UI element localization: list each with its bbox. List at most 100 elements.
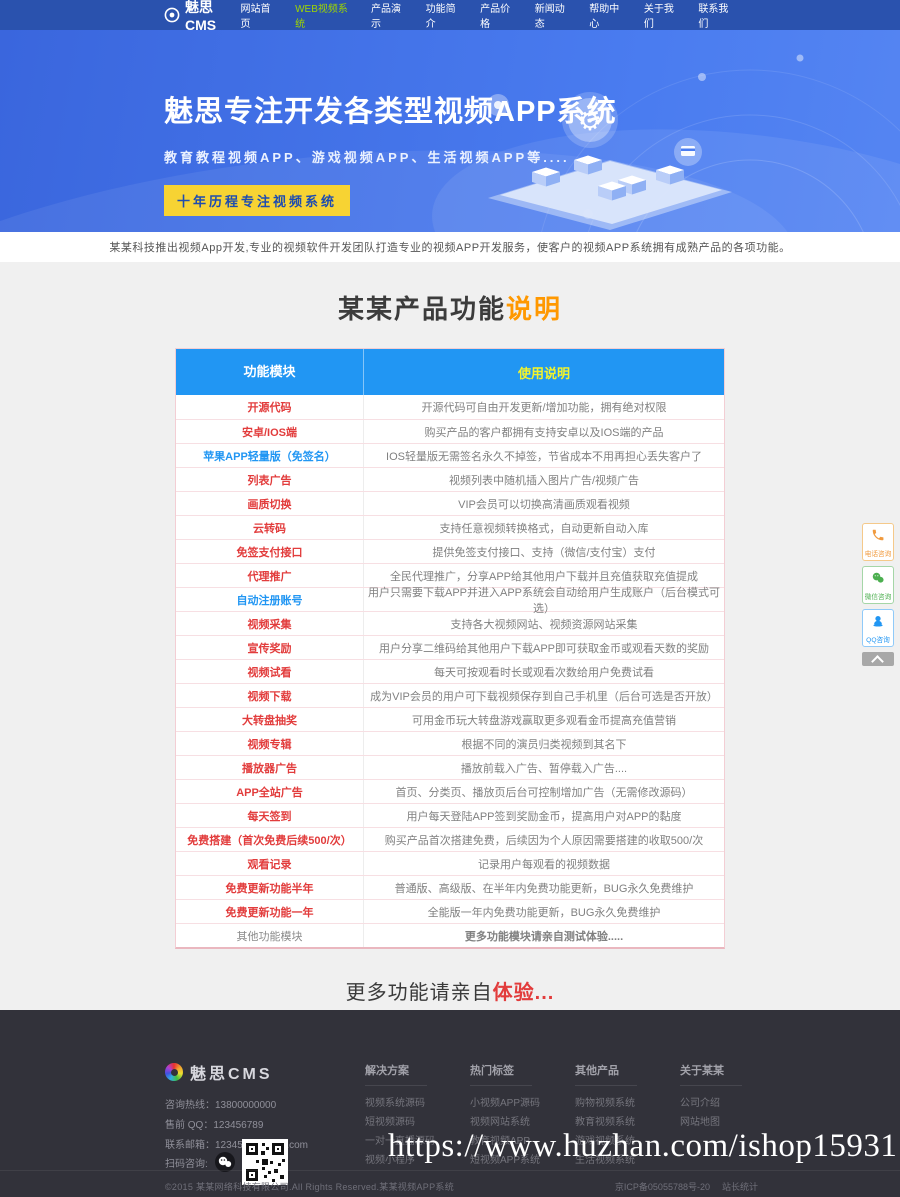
table-row: 宣传奖励用户分享二维码给其他用户下载APP即可获取金币或观看天数的奖励 (176, 635, 724, 659)
nav-item-7[interactable]: 关于我们 (644, 0, 682, 30)
module-cell: 云转码 (176, 516, 364, 539)
module-cell: 列表广告 (176, 468, 364, 491)
module-cell: 视频专辑 (176, 732, 364, 755)
qq-contact-button[interactable]: QQ咨询 (862, 609, 894, 647)
nav-item-0[interactable]: 网站首页 (241, 0, 279, 30)
hero-subtitle: 教育教程视频APP、游戏视频APP、生活视频APP等.... (164, 147, 736, 166)
description-cell: 用户只需要下载APP并进入APP系统会自动给用户生成账户（后台模式可选） (364, 588, 724, 611)
back-to-top-button[interactable] (862, 652, 894, 666)
nav-item-3[interactable]: 功能简介 (426, 0, 464, 30)
table-row: 播放器广告播放前载入广告、暂停载入广告.... (176, 755, 724, 779)
footer-column-title: 关于某某 (680, 1062, 742, 1086)
description-cell: 播放前载入广告、暂停载入广告.... (364, 756, 724, 779)
qr-label: 扫码咨询: (165, 1155, 208, 1170)
table-row: 自动注册账号用户只需要下载APP并进入APP系统会自动给用户生成账户（后台模式可… (176, 587, 724, 611)
module-cell: 开源代码 (176, 395, 364, 419)
table-row: 视频专辑根据不同的演员归类视频到其名下 (176, 731, 724, 755)
description-cell: 普通版、高级版、在半年内免费功能更新，BUG永久免费维护 (364, 876, 724, 899)
phone-icon (871, 529, 885, 546)
nav-item-2[interactable]: 产品演示 (371, 0, 409, 30)
footer-divider (0, 1170, 900, 1171)
footer-column-title: 其他产品 (575, 1062, 637, 1086)
description-cell: 更多功能模块请亲自测试体验..... (364, 924, 724, 947)
feature-table: 功能模块 使用说明 开源代码开源代码可自由开发更新/增加功能，拥有绝对权限安卓/… (175, 348, 725, 949)
description-cell: 根据不同的演员归类视频到其名下 (364, 732, 724, 755)
description-cell: IOS轻量版无需签名永久不掉签，节省成本不用再担心丢失客户了 (364, 444, 724, 467)
qq-icon (871, 615, 885, 632)
description-cell: 用户每天登陆APP签到奖励金币，提高用户对APP的黏度 (364, 804, 724, 827)
description-cell: 购买产品的客户都拥有支持安卓以及IOS端的产品 (364, 420, 724, 443)
description-cell: 每天可按观看时长或观看次数给用户免费试看 (364, 660, 724, 683)
module-cell: 画质切换 (176, 492, 364, 515)
floating-label: 微信咨询 (864, 592, 893, 602)
module-cell: 免费搭建（首次免费后续500/次） (176, 828, 364, 851)
site-logo[interactable]: 魅思CMS (164, 0, 241, 33)
table-row: 列表广告视频列表中随机插入图片广告/视频广告 (176, 467, 724, 491)
floating-contact-bar: 电话咨询微信咨询 QQ咨询 (862, 523, 894, 666)
footer-logo-text: 魅思CMS (190, 1060, 273, 1084)
nav-item-4[interactable]: 产品价格 (480, 0, 518, 30)
module-cell[interactable]: 自动注册账号 (176, 588, 364, 611)
module-cell: 大转盘抽奖 (176, 708, 364, 731)
description-cell: 视频列表中随机插入图片广告/视频广告 (364, 468, 724, 491)
description-cell: 购买产品首次搭建免费，后续因为个人原因需要搭建的收取500/次 (364, 828, 724, 851)
description-cell: 开源代码可自由开发更新/增加功能，拥有绝对权限 (364, 395, 724, 419)
table-row: 视频下载成为VIP会员的用户可下载视频保存到自己手机里（后台可选是否开放） (176, 683, 724, 707)
table-row: 免费更新功能半年普通版、高级版、在半年内免费功能更新，BUG永久免费维护 (176, 875, 724, 899)
section-title: 某某产品功能说明 (0, 289, 900, 326)
footer-logo-icon (165, 1063, 183, 1081)
footer-contact-line: 售前 QQ：123456789 (165, 1116, 308, 1131)
table-row: 视频试看每天可按观看时长或观看次数给用户免费试看 (176, 659, 724, 683)
module-cell[interactable]: 苹果APP轻量版（免签名） (176, 444, 364, 467)
table-header-module: 功能模块 (176, 349, 364, 395)
watermark-url: https://www.huzhan.com/ishop15931 (388, 1128, 897, 1165)
more-text-main: 更多功能请亲自 (346, 982, 493, 1004)
footer-column-title: 热门标签 (470, 1062, 532, 1086)
footer-link[interactable]: 购物视频系统 (575, 1094, 680, 1113)
module-cell: 免费更新功能半年 (176, 876, 364, 899)
footer-qr-row: 扫码咨询: (165, 1139, 288, 1185)
module-cell: 免签支付接口 (176, 540, 364, 563)
description-cell: 首页、分类页、播放页后台可控制增加广告（无需修改源码） (364, 780, 724, 803)
footer-stats-link[interactable]: 站长统计 (722, 1180, 758, 1193)
table-body: 开源代码开源代码可自由开发更新/增加功能，拥有绝对权限安卓/IOS端购买产品的客… (176, 395, 724, 947)
table-row: 免费搭建（首次免费后续500/次）购买产品首次搭建免费，后续因为个人原因需要搭建… (176, 827, 724, 851)
phone-contact-button[interactable]: 电话咨询 (862, 523, 894, 561)
footer-copyright: ©2015 某某网络科技有限公司.All Rights Reserved.某某视… (165, 1180, 454, 1193)
table-row: 画质切换VIP会员可以切换高清画质观看视频 (176, 491, 724, 515)
footer-link[interactable]: 视频系统源码 (365, 1094, 470, 1113)
section-title-main: 某某产品功能 (338, 294, 506, 324)
nav-item-8[interactable]: 联系我们 (698, 0, 736, 30)
intro-text: 某某科技推出视频App开发,专业的视频软件开发团队打造专业的视频APP开发服务，… (0, 232, 900, 262)
top-navigation: 魅思CMS 网站首页 WEB视频系统产品演示功能简介产品价格新闻动态帮助中心关于我… (0, 0, 900, 30)
nav-item-1[interactable]: WEB视频系统 (295, 0, 354, 30)
module-cell: 代理推广 (176, 564, 364, 587)
floating-label: QQ咨询 (864, 635, 893, 645)
footer-logo[interactable]: 魅思CMS (165, 1060, 273, 1084)
footer-contact-line: 咨询热线：13800000000 (165, 1096, 308, 1111)
table-row: 其他功能模块更多功能模块请亲自测试体验..... (176, 923, 724, 947)
description-cell: 提供免签支付接口、支持（微信/支付宝）支付 (364, 540, 724, 563)
description-cell: VIP会员可以切换高清画质观看视频 (364, 492, 724, 515)
table-row: APP全站广告首页、分类页、播放页后台可控制增加广告（无需修改源码） (176, 779, 724, 803)
table-row: 免费更新功能一年全能版一年内免费功能更新，BUG永久免费维护 (176, 899, 724, 923)
wechat-contact-button[interactable]: 微信咨询 (862, 566, 894, 604)
footer-link[interactable]: 小视频APP源码 (470, 1094, 575, 1113)
description-cell: 支持各大视频网站、视频资源网站采集 (364, 612, 724, 635)
wechat-icon (871, 572, 885, 589)
section-title-accent: 说明 (506, 294, 562, 324)
table-row: 每天签到用户每天登陆APP签到奖励金币，提高用户对APP的黏度 (176, 803, 724, 827)
footer-link[interactable]: 公司介绍 (680, 1094, 785, 1113)
description-cell: 全能版一年内免费功能更新，BUG永久免费维护 (364, 900, 724, 923)
module-cell: APP全站广告 (176, 780, 364, 803)
footer-icp[interactable]: 京ICP备05055788号-20 (615, 1180, 710, 1193)
more-experience-text: 更多功能请亲自体验... (0, 976, 900, 1005)
logo-icon (164, 7, 180, 23)
module-cell: 播放器广告 (176, 756, 364, 779)
table-header-row: 功能模块 使用说明 (176, 349, 724, 395)
nav-item-6[interactable]: 帮助中心 (589, 0, 627, 30)
nav-item-5[interactable]: 新闻动态 (535, 0, 573, 30)
hero-badge: 十年历程专注视频系统 (164, 185, 350, 216)
table-row: 大转盘抽奖可用金币玩大转盘游戏赢取更多观看金币提高充值营销 (176, 707, 724, 731)
floating-label: 电话咨询 (864, 549, 893, 559)
